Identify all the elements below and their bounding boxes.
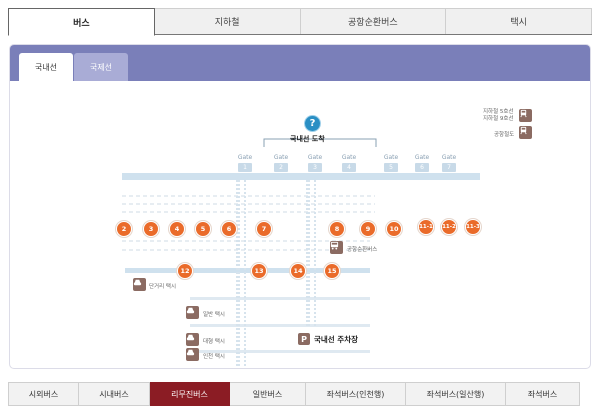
gate-6: Gate 6	[414, 154, 430, 172]
map-roads	[122, 138, 480, 368]
regular-taxi-label: 일반 택시	[203, 312, 225, 318]
regular-taxi-icon	[186, 306, 199, 319]
tab-international[interactable]: 국제선	[74, 53, 128, 81]
tab-city-bus[interactable]: 시내버스	[79, 382, 150, 406]
short-taxi-label: 단거리 택시	[149, 284, 177, 290]
tab-subway[interactable]: 지하철	[154, 8, 301, 35]
arrival-label: 국내선 도착	[290, 135, 325, 143]
gate-1: Gate 1	[237, 154, 253, 172]
gate-4: Gate 4	[341, 154, 357, 172]
terminal-map-panel: 국내선 국제선 ? 국내선 도착 Gate 1 Gate 2 Gate 3 Ga…	[9, 44, 591, 369]
info-icon: ?	[304, 115, 321, 132]
stop-5[interactable]: 5	[195, 221, 211, 237]
large-taxi-label: 대형 택시	[203, 339, 225, 345]
large-taxi-icon	[186, 333, 199, 346]
stop-11-2[interactable]: 11-2	[441, 219, 457, 235]
stop-15[interactable]: 15	[324, 263, 340, 279]
taxi-icon	[133, 278, 146, 291]
shuttle-bus-icon	[330, 241, 343, 254]
gate-2: Gate 2	[273, 154, 289, 172]
tab-regular-bus[interactable]: 일반버스	[230, 382, 306, 406]
stop-2[interactable]: 2	[116, 221, 132, 237]
tab-airport-shuttle[interactable]: 공항순환버스	[300, 8, 447, 35]
stop-11-1[interactable]: 11-1	[418, 219, 434, 235]
stop-4[interactable]: 4	[169, 221, 185, 237]
stop-12[interactable]: 12	[177, 263, 193, 279]
tab-taxi[interactable]: 택시	[446, 8, 592, 35]
incheon-taxi-label: 인천 택시	[203, 354, 225, 360]
parking-label: 국내선 주차장	[314, 335, 359, 344]
tab-seat-bus[interactable]: 좌석버스	[506, 382, 580, 406]
transport-tabs: 버스 지하철 공항순환버스 택시	[8, 8, 592, 36]
stop-7[interactable]: 7	[256, 221, 272, 237]
parking-icon: P	[298, 333, 310, 345]
taxi-lane-2	[190, 324, 370, 327]
stop-8[interactable]: 8	[329, 221, 345, 237]
stop-10[interactable]: 10	[386, 221, 402, 237]
taxi-lane-1	[190, 297, 370, 300]
stop-9[interactable]: 9	[360, 221, 376, 237]
rail-icon	[519, 126, 532, 139]
gate-7: Gate 7	[441, 154, 457, 172]
subway-icon	[519, 109, 532, 122]
panel-header: 국내선 국제선	[10, 45, 590, 81]
stop-14[interactable]: 14	[290, 263, 306, 279]
stop-3[interactable]: 3	[143, 221, 159, 237]
incheon-taxi-icon	[186, 348, 199, 361]
legend-rail-label: 공항철도	[494, 132, 515, 138]
terminal-map: ? 국내선 도착 Gate 1 Gate 2 Gate 3 Gate 4 Gate 5 G…	[10, 81, 590, 368]
stop-13[interactable]: 13	[251, 263, 267, 279]
gate-3: Gate 3	[307, 154, 323, 172]
tab-bus[interactable]: 버스	[8, 8, 155, 36]
gate-5: Gate 5	[383, 154, 399, 172]
stop-11-3[interactable]: 11-3	[465, 219, 481, 235]
tab-seat-bus-ilsan[interactable]: 좌석버스(일산행)	[406, 382, 506, 406]
bus-type-tabs: 시외버스 시내버스 리무진버스 일반버스 좌석버스(인천행) 좌석버스(일산행)…	[8, 382, 580, 406]
shuttle-label: 공항순환버스	[347, 247, 378, 253]
tab-seat-bus-incheon[interactable]: 좌석버스(인천행)	[306, 382, 406, 406]
tab-limousine-bus[interactable]: 리무진버스	[150, 382, 230, 406]
stop-6[interactable]: 6	[221, 221, 237, 237]
main-road	[122, 173, 480, 180]
tab-intercity-bus[interactable]: 시외버스	[8, 382, 79, 406]
tab-domestic[interactable]: 국내선	[19, 53, 73, 81]
legend-subway-label: 지하철 5호선 지하철 9호선	[483, 109, 514, 122]
